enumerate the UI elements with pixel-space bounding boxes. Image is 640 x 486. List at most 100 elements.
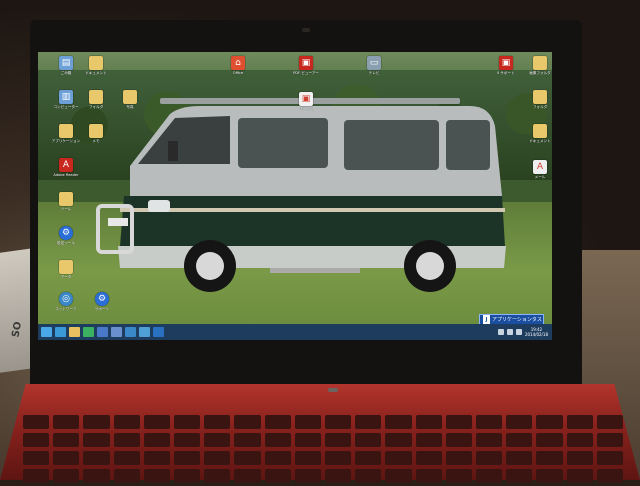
- desktop-icon-doc-right[interactable]: A メール: [520, 160, 552, 179]
- desktop-icon-label: 設定ツール: [57, 241, 75, 245]
- desktop-icon-app-red[interactable]: ⌂ Office: [218, 56, 258, 75]
- app-icon: ⌂: [231, 56, 245, 70]
- keyboard-key: [355, 415, 382, 429]
- keyboard-key: [415, 433, 442, 447]
- keyboard-key: [476, 469, 503, 483]
- desktop-icon-folder-right-1[interactable]: 画像フォルダ: [520, 56, 552, 75]
- keyboard-key: [445, 433, 472, 447]
- desktop-icon-folder-right-3[interactable]: ドキュメント: [520, 124, 552, 143]
- keyboard-key: [536, 415, 563, 429]
- pc-icon: ▥: [59, 90, 73, 104]
- keyboard-key: [596, 469, 623, 483]
- desktop-icon-folder-6[interactable]: ツール: [46, 192, 86, 211]
- wallpaper-van: [96, 98, 506, 292]
- network-icon[interactable]: [497, 329, 504, 335]
- desktop-icon-label: ドキュメント: [529, 139, 551, 143]
- battery-icon[interactable]: [515, 329, 522, 335]
- desktop-icon-settings-2[interactable]: ⚙ サポート: [82, 292, 122, 311]
- keyboard-key: [415, 451, 442, 465]
- keyboard-key: [476, 451, 503, 465]
- keyboard-key: [385, 451, 412, 465]
- keyboard-key: [264, 469, 291, 483]
- keyboard-key: [143, 433, 170, 447]
- keyboard-key: [506, 433, 533, 447]
- clock[interactable]: 19:42 2014/02/18: [525, 327, 548, 337]
- net-icon: ◎: [59, 292, 73, 306]
- pdf-icon: A: [59, 158, 73, 172]
- keyboard-key: [204, 415, 231, 429]
- keyboard-key: [596, 433, 623, 447]
- keyboard-key: [536, 433, 563, 447]
- desktop-icon-folder-1[interactable]: ドキュメント: [76, 56, 116, 75]
- app-button-3[interactable]: [125, 327, 136, 337]
- keyboard-key: [53, 415, 80, 429]
- desktop-icon-label: ツール: [60, 207, 72, 211]
- keyboard-key: [113, 469, 140, 483]
- app-button-4[interactable]: [139, 327, 150, 337]
- desktop-icon-pdf-1[interactable]: ▣ PDF ビューアー: [286, 56, 326, 75]
- keyboard-key: [53, 451, 80, 465]
- desktop-icon-folder-right-2[interactable]: フォルダ: [520, 90, 552, 109]
- desktop-icon-folder-5[interactable]: メモ: [76, 124, 116, 143]
- keyboard-key: [83, 469, 110, 483]
- keyboard-key: [445, 469, 472, 483]
- tv-icon: ▭: [367, 56, 381, 70]
- keyboard-key: [53, 433, 80, 447]
- gear-icon: ⚙: [95, 292, 109, 306]
- doc-icon: ▣: [299, 92, 313, 106]
- keyboard-key: [566, 433, 593, 447]
- keyboard: [20, 412, 626, 486]
- desktop-icon-label: PDF ビューアー: [293, 71, 319, 75]
- keyboard-key: [536, 469, 563, 483]
- keyboard-key: [204, 433, 231, 447]
- laptop-screen: ▤ ごみ箱 ドキュメント ⌂ Office ▣ PDF ビューアー ▭ テレビ ▣ Ⅱ サポート 画像…: [38, 52, 552, 340]
- keyboard-key: [294, 433, 321, 447]
- keyboard-key: [325, 433, 352, 447]
- ie-button[interactable]: [55, 327, 66, 337]
- keyboard-key: [355, 433, 382, 447]
- keyboard-key: [174, 415, 201, 429]
- start-button[interactable]: [41, 327, 52, 337]
- desktop-icon-doc-center[interactable]: ▣ ファイル: [286, 92, 326, 111]
- keyboard-key: [143, 451, 170, 465]
- app-button-2[interactable]: [111, 327, 122, 337]
- desktop-icon-settings[interactable]: ⚙ 設定ツール: [46, 226, 86, 245]
- doc-icon: A: [533, 160, 547, 174]
- keyboard-key: [294, 415, 321, 429]
- explorer-button[interactable]: [69, 327, 80, 337]
- volume-icon[interactable]: [506, 329, 513, 335]
- power-indicator: [328, 388, 338, 392]
- webcam: [302, 28, 310, 32]
- desktop-icon-label: メモ: [92, 139, 100, 143]
- app-button-1[interactable]: [97, 327, 108, 337]
- keyboard-key: [23, 469, 50, 483]
- desktop-icon-tv-app[interactable]: ▭ テレビ: [354, 56, 394, 75]
- desktop-icon-acrobat[interactable]: A Adobe Reader: [46, 158, 86, 177]
- keyboard-key: [476, 433, 503, 447]
- keyboard-key: [23, 415, 50, 429]
- desktop-icon-network[interactable]: ◎ ネットワーク: [46, 292, 86, 311]
- keyboard-key: [355, 469, 382, 483]
- keyboard-key: [234, 433, 261, 447]
- folder-icon: [533, 124, 547, 138]
- keyboard-key: [566, 469, 593, 483]
- keyboard-key: [596, 415, 623, 429]
- desktop-icon-label: データ: [60, 275, 72, 279]
- keyboard-key: [536, 451, 563, 465]
- folder-icon: [123, 90, 137, 104]
- desktop-icon-label: ドキュメント: [85, 71, 107, 75]
- keyboard-key: [294, 469, 321, 483]
- keyboard-key: [174, 451, 201, 465]
- keyboard-key: [204, 451, 231, 465]
- app-button-5[interactable]: [153, 327, 164, 337]
- desktop-icon-folder-7[interactable]: データ: [46, 260, 86, 279]
- keyboard-key: [264, 451, 291, 465]
- store-button[interactable]: [83, 327, 94, 337]
- keyboard-key: [53, 469, 80, 483]
- desktop-icon-label: フォルダ: [532, 105, 548, 109]
- keyboard-key: [204, 469, 231, 483]
- keyboard-key: [385, 469, 412, 483]
- keyboard-key: [143, 415, 170, 429]
- desktop-icon-folder-3[interactable]: 写真: [110, 90, 150, 109]
- keyboard-key: [596, 451, 623, 465]
